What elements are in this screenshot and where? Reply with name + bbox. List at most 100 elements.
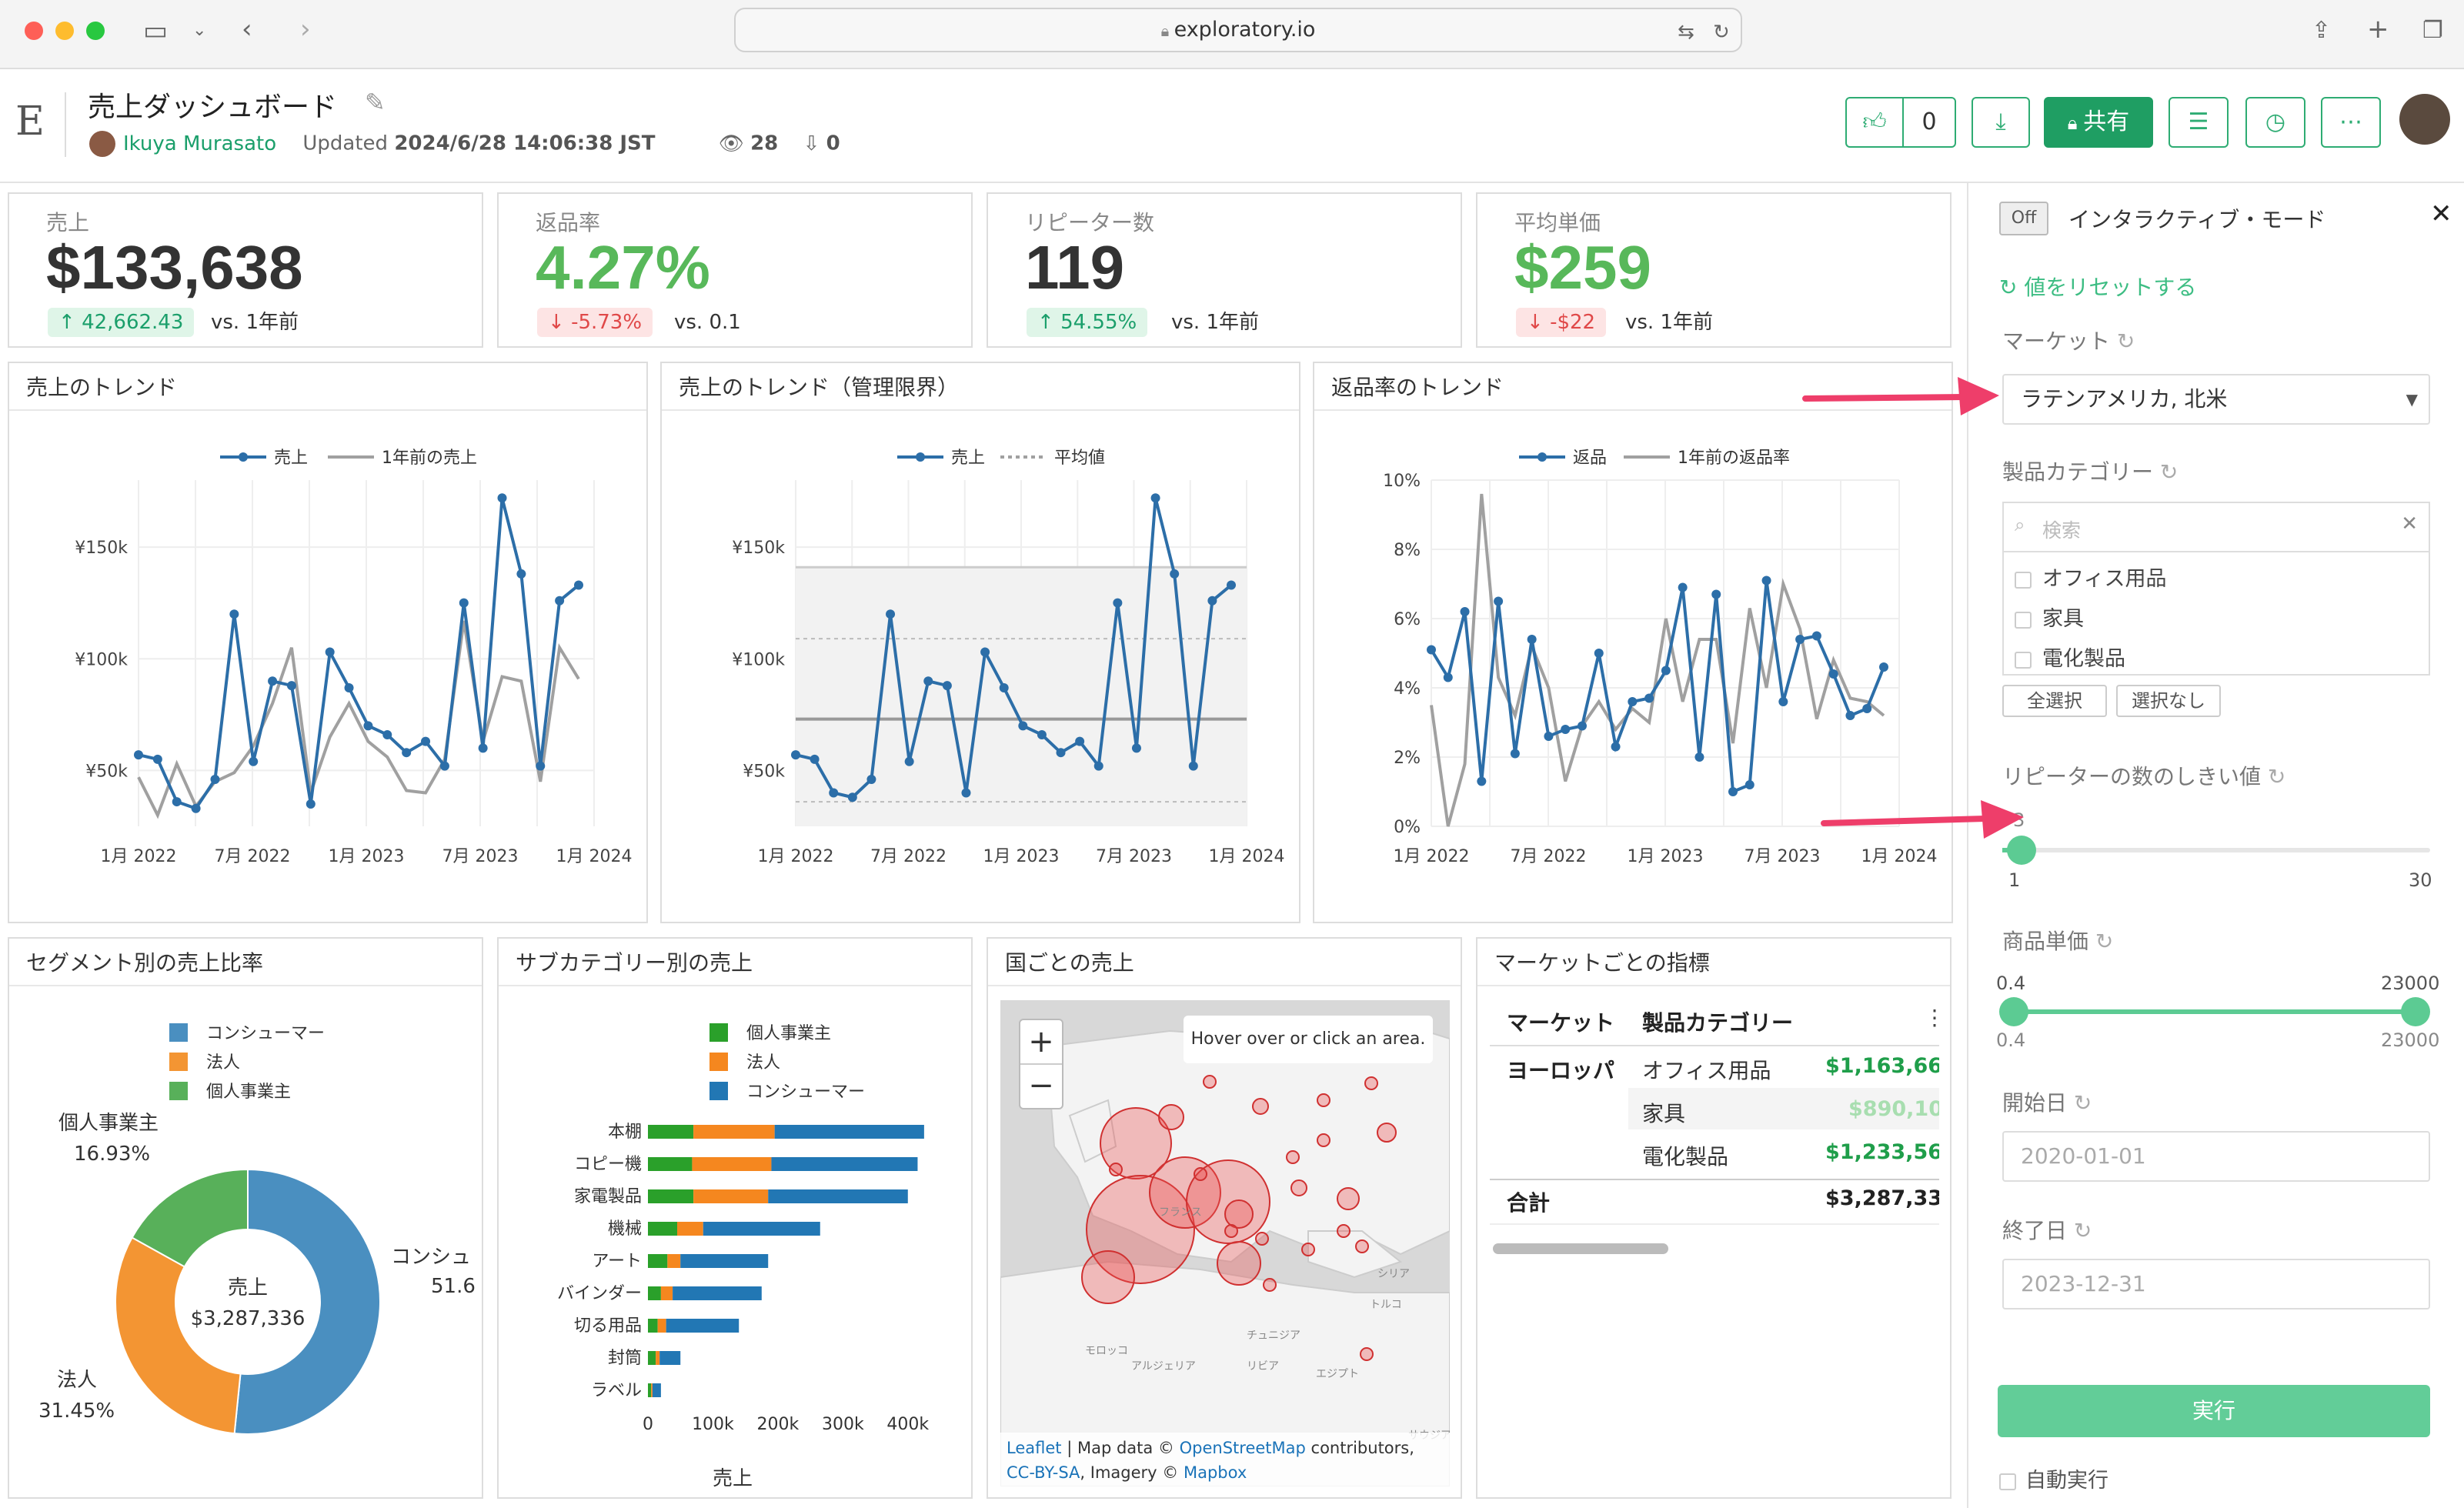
category-search-input[interactable]: ⌕ 検索 ✕ bbox=[2002, 502, 2430, 551]
data-point bbox=[1561, 725, 1571, 734]
legend-label: 売上 bbox=[951, 449, 985, 468]
y-tick-label: ¥50k bbox=[85, 762, 128, 781]
horizontal-scrollbar[interactable] bbox=[1493, 1243, 1668, 1254]
map-place-label: アルジェリア bbox=[1131, 1360, 1196, 1373]
reload-icon[interactable]: ↻ bbox=[2268, 764, 2285, 789]
license-link[interactable]: CC-BY-SA bbox=[1007, 1463, 1080, 1482]
checkbox[interactable] bbox=[2015, 611, 2032, 629]
checkbox[interactable] bbox=[2015, 651, 2032, 669]
forward-icon[interactable]: › bbox=[300, 14, 311, 45]
data-point bbox=[810, 754, 820, 764]
column-header[interactable]: マーケット bbox=[1507, 1006, 1614, 1037]
zoom-in-button[interactable]: + bbox=[1020, 1020, 1062, 1065]
schedule-button[interactable]: ◷ bbox=[2245, 97, 2305, 148]
subcategory-bar-chart[interactable]: 個人事業主法人コンシューマー本棚コピー機家電製品機械アートバインダー切る用品封筒… bbox=[499, 986, 971, 1496]
map-hover-info: Hover over or click an area. bbox=[1184, 1016, 1433, 1063]
interactive-mode-toggle[interactable]: Off bbox=[1999, 202, 2048, 235]
zoom-out-button[interactable]: − bbox=[1020, 1065, 1062, 1108]
bar-segment bbox=[667, 1254, 681, 1268]
reload-icon[interactable]: ↻ bbox=[2160, 459, 2178, 485]
edit-icon[interactable]: ✎ bbox=[365, 88, 386, 117]
filter-settings-button[interactable]: ☰ bbox=[2169, 97, 2229, 148]
country-bubble bbox=[1317, 1133, 1330, 1147]
category-option[interactable]: 家具 bbox=[2015, 602, 2084, 632]
series-line bbox=[138, 497, 580, 811]
y-tick-label: 8% bbox=[1394, 541, 1421, 560]
country-bubble bbox=[1377, 1123, 1397, 1143]
divider bbox=[65, 92, 66, 157]
select-none-button[interactable]: 選択なし bbox=[2116, 685, 2221, 717]
x-tick-label: 200k bbox=[757, 1415, 800, 1434]
checkbox[interactable] bbox=[2015, 571, 2032, 589]
segment-donut-chart[interactable]: 売上$3,287,336コンシューマー法人個人事業主コンシュ51.6法人31.4… bbox=[9, 986, 482, 1496]
leaflet-link[interactable]: Leaflet bbox=[1007, 1439, 1062, 1457]
legend-swatch bbox=[239, 452, 248, 462]
x-tick-label: 0 bbox=[643, 1415, 653, 1434]
auto-run-checkbox[interactable]: 自動実行 bbox=[1999, 1463, 2108, 1493]
price-range-track[interactable] bbox=[2015, 1009, 2415, 1014]
return-trend-chart[interactable]: 0% 2% 4% 6% 8% 10% 1月 2022 7月 2022 1月 2023 7月 202… bbox=[1314, 411, 1952, 920]
sales-trend-chart[interactable]: ¥50k ¥100k ¥150k 1月 2022 7月 2022 1月 2023 7月 20… bbox=[9, 411, 646, 920]
reload-icon[interactable]: ↻ bbox=[2117, 329, 2135, 354]
app-logo[interactable]: E bbox=[15, 98, 45, 145]
market-select[interactable]: ラテンアメリカ, 北米 ▼ bbox=[2002, 374, 2430, 425]
reload-icon[interactable]: ↻ bbox=[2074, 1218, 2092, 1243]
download-button[interactable]: ⤓ bbox=[1972, 97, 2030, 148]
reload-icon[interactable]: ↻ bbox=[1713, 17, 1730, 48]
sales-control-chart[interactable]: ¥50k ¥100k ¥150k 1月 2022 7月 2022 1月 2023 7月 20… bbox=[662, 411, 1299, 920]
close-window-button[interactable] bbox=[25, 22, 43, 40]
sidebar-toggle-icon[interactable]: ▭ bbox=[143, 15, 168, 46]
osm-link[interactable]: OpenStreetMap bbox=[1180, 1439, 1306, 1457]
table-cell-category: オフィス用品 bbox=[1642, 1058, 1771, 1083]
author-link[interactable]: Ikuya Murasato bbox=[123, 132, 276, 155]
share-icon[interactable]: ⇪ bbox=[2312, 15, 2331, 46]
reload-icon[interactable]: ↻ bbox=[2074, 1090, 2092, 1116]
checkbox[interactable] bbox=[1999, 1473, 2016, 1490]
kpi-value: 119 bbox=[1025, 233, 1125, 302]
share-button[interactable]: 🔒︎ 共有 bbox=[2044, 97, 2153, 148]
column-header[interactable]: 製品カテゴリー bbox=[1642, 1006, 1793, 1037]
user-avatar[interactable] bbox=[2399, 94, 2450, 145]
price-range-high-handle[interactable] bbox=[2401, 997, 2430, 1026]
select-all-button[interactable]: 全選択 bbox=[2002, 685, 2107, 717]
arrow-up-icon: ↑ bbox=[58, 311, 82, 334]
run-button[interactable]: 実行 bbox=[1998, 1385, 2430, 1437]
price-range-low-handle[interactable] bbox=[1999, 997, 2028, 1026]
kpi-value: 4.27% bbox=[536, 233, 710, 302]
start-date-input[interactable]: 2020-01-01 bbox=[2002, 1131, 2430, 1182]
map-place-label: チュニジア bbox=[1247, 1330, 1300, 1342]
reset-values-link[interactable]: ↻ 値をリセットする bbox=[1999, 271, 2196, 302]
legend-label: 1年前の返品率 bbox=[1678, 449, 1790, 468]
slice-label: 個人事業主 bbox=[58, 1112, 159, 1135]
category-option[interactable]: 電化製品 bbox=[2015, 642, 2125, 672]
reload-icon[interactable]: ↻ bbox=[2095, 929, 2113, 954]
back-icon[interactable]: ‹ bbox=[242, 14, 252, 45]
new-tab-icon[interactable]: + bbox=[2367, 14, 2389, 45]
country-map[interactable]: フランスモロッコアルジェリアリビアエジプトチュニジアトルコシリアサウジアラビア bbox=[1000, 1000, 1450, 1486]
repeat-slider-handle[interactable] bbox=[2007, 836, 2036, 865]
column-menu-icon[interactable]: ⋮ bbox=[1924, 1005, 1939, 1030]
tabs-overview-icon[interactable]: ❐ bbox=[2422, 15, 2443, 46]
page-meta: Ikuya Murasato Updated 2024/6/28 14:06:3… bbox=[89, 131, 840, 157]
repeat-slider-track[interactable] bbox=[2002, 848, 2430, 852]
card-return-trend: 返品率のトレンド 0% 2% 4% 6% 8% 10% 1月 2022 7月 2022 1月 2… bbox=[1313, 362, 1953, 923]
category-option[interactable]: オフィス用品 bbox=[2015, 562, 2166, 592]
minimize-window-button[interactable] bbox=[55, 22, 74, 40]
start-date-label: 開始日 ↻ bbox=[2002, 1090, 2092, 1116]
address-bar[interactable]: 🔒︎ exploratory.io bbox=[734, 8, 1742, 52]
close-icon[interactable]: ✕ bbox=[2430, 199, 2452, 229]
data-point bbox=[1170, 569, 1180, 579]
bar-segment bbox=[774, 1125, 924, 1139]
clear-icon[interactable]: ✕ bbox=[2401, 512, 2418, 535]
data-point bbox=[1056, 748, 1066, 758]
data-point bbox=[961, 788, 971, 798]
mapbox-link[interactable]: Mapbox bbox=[1184, 1463, 1247, 1482]
more-button[interactable]: ⋯ bbox=[2321, 97, 2381, 148]
like-button[interactable]: 👍︎ bbox=[1845, 97, 1904, 148]
translate-icon[interactable]: ⇆ bbox=[1678, 17, 1694, 48]
slider-value: 3 bbox=[2013, 809, 2025, 831]
end-date-input[interactable]: 2023-12-31 bbox=[2002, 1259, 2430, 1309]
data-point bbox=[459, 598, 469, 608]
chevron-down-icon[interactable]: ⌄ bbox=[192, 15, 206, 46]
maximize-window-button[interactable] bbox=[86, 22, 105, 40]
